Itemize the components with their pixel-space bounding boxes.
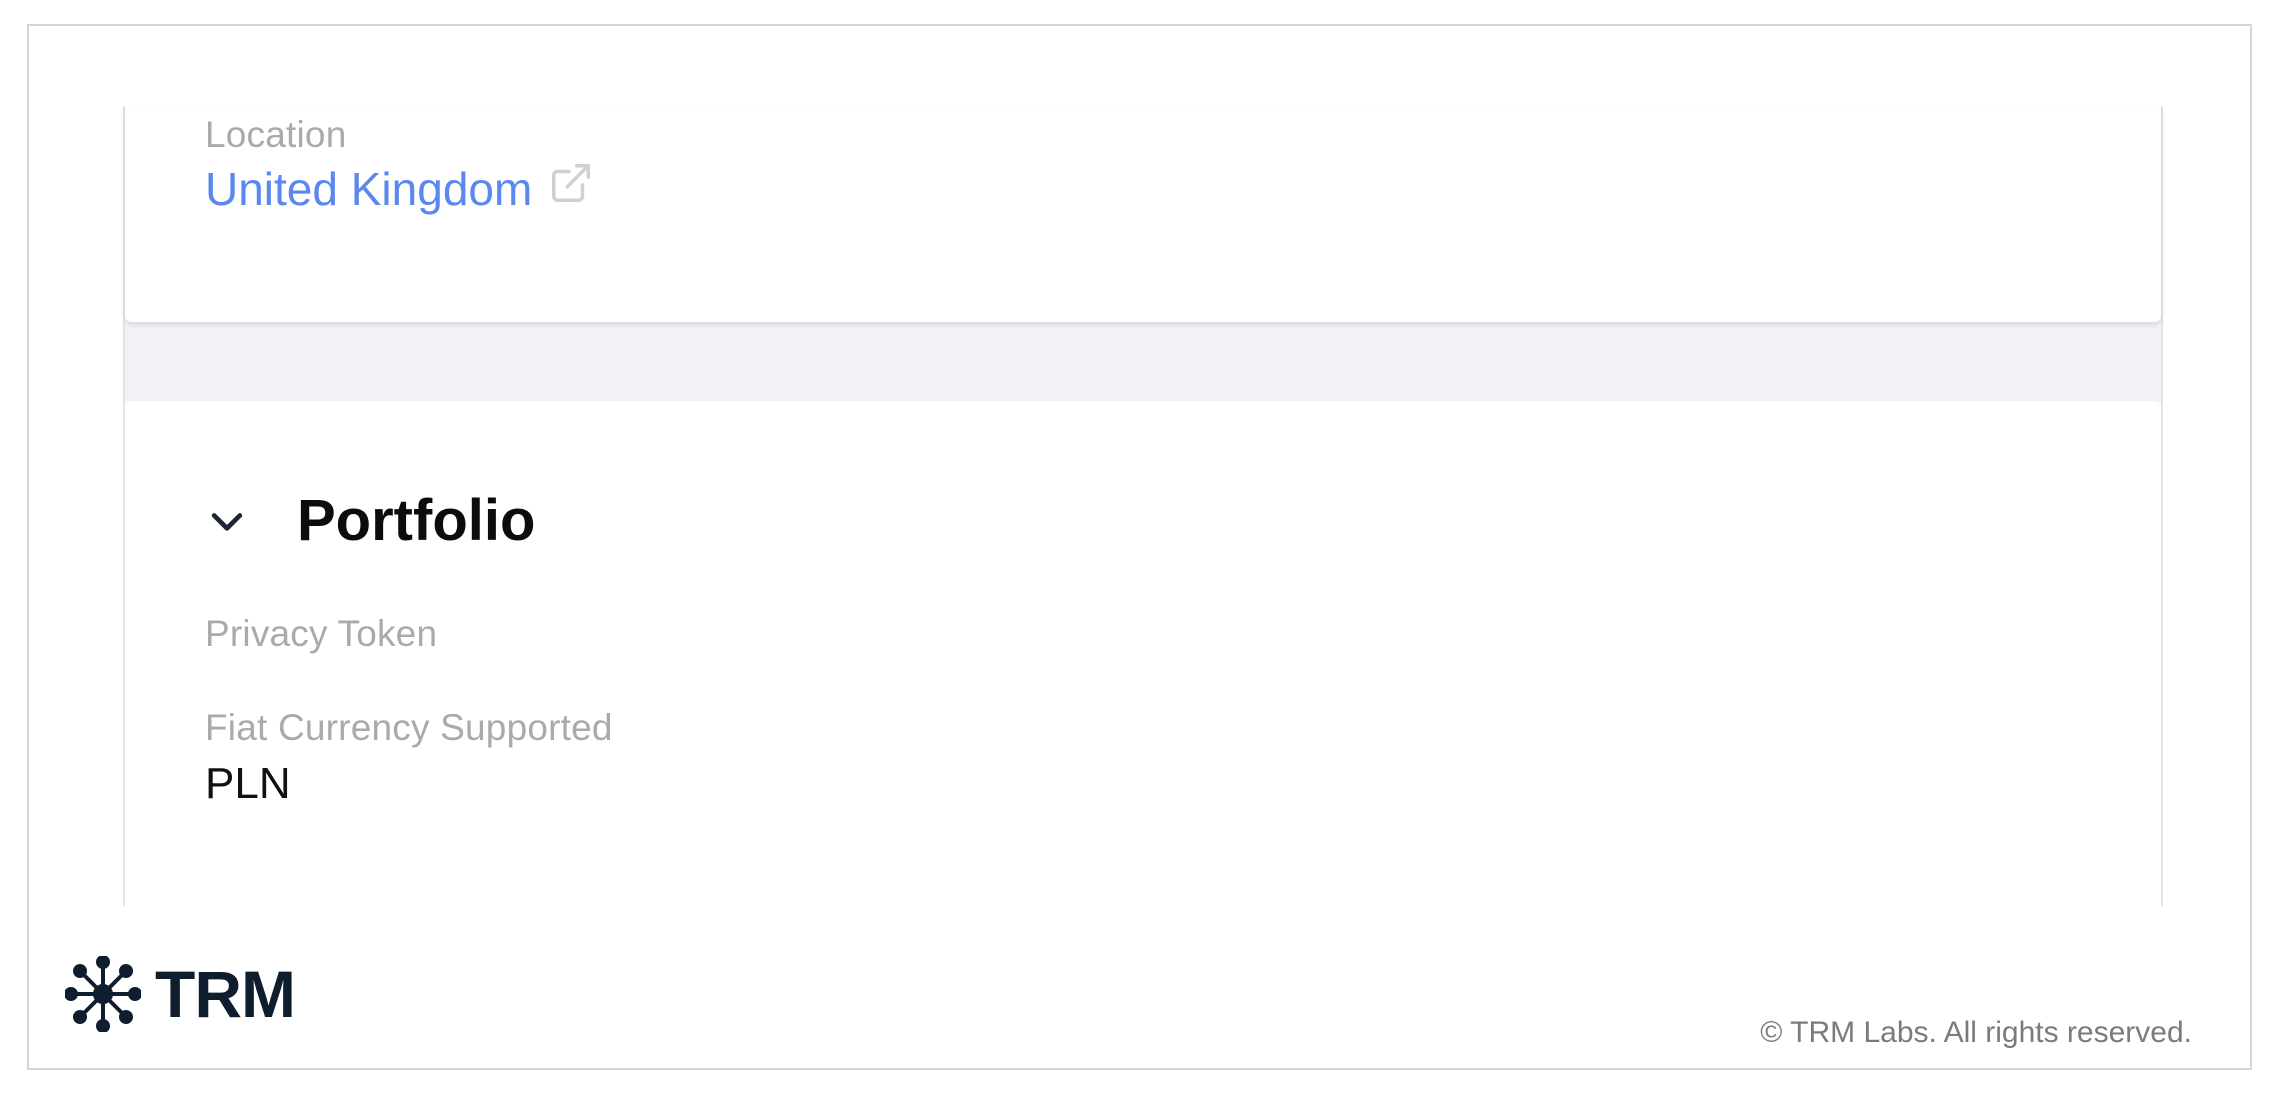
location-card: Location United Kingdom [125, 106, 2161, 322]
location-label: Location [205, 114, 347, 155]
copyright-text: © TRM Labs. All rights reserved. [1760, 1016, 2192, 1049]
trm-logo-icon [64, 955, 142, 1033]
portfolio-title: Portfolio [297, 488, 536, 553]
chevron-down-icon[interactable] [205, 499, 249, 543]
portfolio-card: Portfolio Privacy Token Fiat Currency Su… [125, 400, 2161, 911]
portfolio-section-toggle[interactable]: Portfolio [205, 487, 535, 554]
trm-logo: TRM [64, 955, 296, 1033]
location-link-row: United Kingdom [205, 162, 594, 216]
trm-logo-text: TRM [155, 957, 296, 1031]
content-area: Location United Kingdom Portfolio Privac… [123, 106, 2163, 911]
fiat-currency-label: Fiat Currency Supported [205, 707, 613, 748]
privacy-token-label: Privacy Token [205, 613, 438, 654]
external-link-icon[interactable] [548, 160, 594, 206]
fiat-currency-value: PLN [205, 759, 291, 808]
page-frame: Location United Kingdom Portfolio Privac… [27, 24, 2252, 1070]
location-link[interactable]: United Kingdom [205, 162, 532, 216]
